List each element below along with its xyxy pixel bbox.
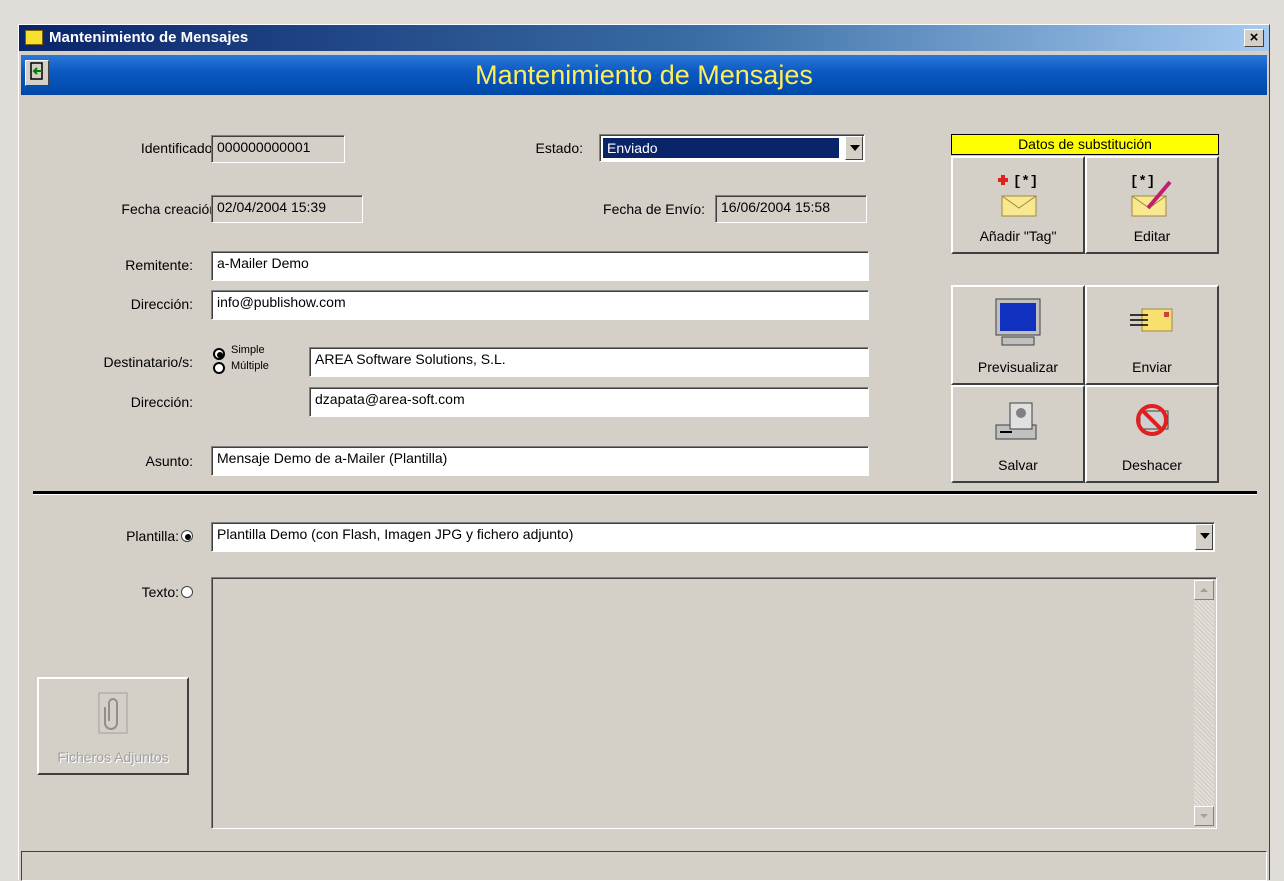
- status-bar: [21, 851, 1267, 881]
- add-tag-envelope-icon: [*]: [998, 174, 1038, 217]
- fecha-envio-field: 16/06/2004 15:58: [715, 195, 867, 223]
- save-icon: [995, 402, 1037, 440]
- header-banner: Mantenimiento de Mensajes: [21, 55, 1267, 95]
- title-bar: Mantenimiento de Mensajes ×: [19, 25, 1269, 51]
- add-tag-label: Añadir "Tag": [979, 228, 1057, 244]
- arrow-up-icon: [1200, 588, 1208, 592]
- destinatario-label: Destinatario/s:: [103, 354, 193, 370]
- substitution-header: Datos de substitución: [951, 134, 1219, 155]
- fecha-envio-label: Fecha de Envío:: [603, 201, 705, 217]
- plantilla-selected-value: Plantilla Demo (con Flash, Imagen JPG y …: [217, 526, 574, 542]
- destinatario-simple-label: Simple: [231, 344, 265, 356]
- destinatario-simple-radio[interactable]: [213, 348, 225, 360]
- direccion-destinatario-label: Dirección:: [130, 394, 193, 410]
- chevron-down-icon[interactable]: [1195, 524, 1213, 550]
- banner-title: Mantenimiento de Mensajes: [475, 60, 813, 90]
- undo-label: Deshacer: [1122, 457, 1182, 473]
- remitente-label: Remitente:: [125, 257, 193, 273]
- texto-scrollbar[interactable]: [1194, 580, 1214, 826]
- identificador-field: 000000000001: [211, 135, 345, 163]
- section-separator: [33, 491, 1257, 495]
- destinatario-multiple-radio[interactable]: [213, 362, 225, 374]
- undo-cancel-icon: [1136, 404, 1169, 436]
- edit-envelope-icon: [*]: [1130, 174, 1172, 217]
- close-button[interactable]: ×: [1244, 29, 1264, 47]
- destinatario-multiple-label: Múltiple: [231, 360, 269, 372]
- fecha-creacion-field: 02/04/2004 15:39: [211, 195, 363, 223]
- app-icon: [25, 30, 43, 45]
- asunto-input[interactable]: Mensaje Demo de a-Mailer (Plantilla): [211, 446, 869, 476]
- send-mail-icon: [1130, 308, 1173, 332]
- send-label: Enviar: [1132, 359, 1172, 375]
- message-maintenance-window: Mantenimiento de Mensajes × Mantenimient…: [18, 24, 1270, 881]
- estado-select[interactable]: Enviado: [599, 134, 865, 162]
- identificador-label: Identificador:: [140, 140, 221, 156]
- destinatario-input[interactable]: AREA Software Solutions, S.L.: [309, 347, 869, 377]
- estado-selected-value: Enviado: [603, 138, 839, 158]
- add-tag-button[interactable]: [*] Añadir "Tag": [951, 156, 1085, 254]
- svg-text:[*]: [*]: [1013, 174, 1038, 190]
- attachments-button[interactable]: Ficheros Adjuntos: [37, 677, 189, 775]
- direccion-remitente-label: Dirección:: [130, 296, 193, 312]
- svg-text:[*]: [*]: [1130, 174, 1155, 190]
- plantilla-radio[interactable]: [181, 530, 193, 542]
- edit-label: Editar: [1133, 228, 1171, 244]
- plantilla-label: Plantilla:: [126, 528, 179, 544]
- texto-label: Texto:: [141, 584, 179, 600]
- asunto-label: Asunto:: [145, 453, 193, 469]
- arrow-down-icon: [1200, 814, 1208, 818]
- estado-label: Estado:: [535, 140, 583, 156]
- texto-textarea[interactable]: [211, 577, 1217, 829]
- save-button[interactable]: Salvar: [951, 385, 1085, 483]
- edit-button[interactable]: [*] Editar: [1085, 156, 1219, 254]
- attachments-label: Ficheros Adjuntos: [57, 749, 169, 765]
- fecha-creacion-label: Fecha creación:: [121, 201, 221, 217]
- direccion-remitente-input[interactable]: info@publishow.com: [211, 290, 869, 320]
- scroll-down-button[interactable]: [1194, 806, 1214, 826]
- plantilla-select[interactable]: Plantilla Demo (con Flash, Imagen JPG y …: [211, 522, 1215, 552]
- undo-button[interactable]: Deshacer: [1085, 385, 1219, 483]
- paperclip-icon: [98, 692, 128, 734]
- texto-radio[interactable]: [181, 586, 193, 598]
- scroll-up-button[interactable]: [1194, 580, 1214, 600]
- chevron-down-icon[interactable]: [845, 136, 863, 160]
- preview-button[interactable]: Previsualizar: [951, 285, 1085, 385]
- remitente-input[interactable]: a-Mailer Demo: [211, 251, 869, 281]
- monitor-icon: [995, 298, 1041, 346]
- direccion-destinatario-input[interactable]: dzapata@area-soft.com: [309, 387, 869, 417]
- window-title: Mantenimiento de Mensajes: [49, 29, 249, 46]
- preview-label: Previsualizar: [977, 359, 1059, 375]
- send-button[interactable]: Enviar: [1085, 285, 1219, 385]
- save-label: Salvar: [998, 457, 1038, 473]
